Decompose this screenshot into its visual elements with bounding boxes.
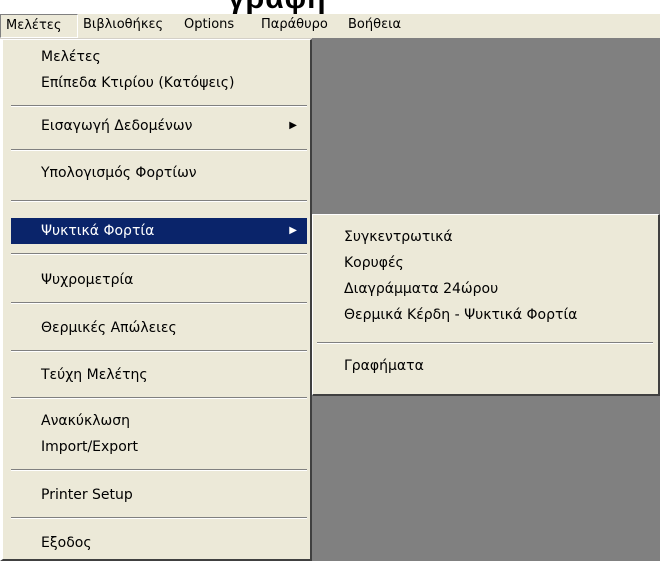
menu-item-load-calculation[interactable]: Υπολογισμός Φορτίων xyxy=(11,160,307,186)
menu-item-recycle[interactable]: Ανακύκλωση xyxy=(11,408,307,434)
submenu-item-heat-gains-cooling-loads[interactable]: Θερμικά Κέρδη - Ψυκτικά Φορτία xyxy=(317,302,653,328)
menu-separator xyxy=(11,105,307,107)
menu-separator xyxy=(11,469,307,471)
menu-item-printer-setup[interactable]: Printer Setup xyxy=(11,482,307,508)
menu-separator xyxy=(11,397,307,399)
menu-separator xyxy=(11,517,307,519)
menubar-item-libraries[interactable]: Βιβλιοθήκες xyxy=(78,14,178,38)
menu-item-exit[interactable]: Εξοδος xyxy=(11,530,307,556)
menu-item-building-levels[interactable]: Επίπεδα Κτιρίου (Κατόψεις) xyxy=(11,70,307,96)
menu-bar: Μελέτες Βιβλιοθήκες Options Παράθυρο Βοή… xyxy=(0,14,660,39)
menu-separator xyxy=(11,350,307,352)
submenu-item-24h-diagrams[interactable]: Διαγράμματα 24ώρου xyxy=(317,276,653,302)
menu-item-cooling-loads[interactable]: Ψυκτικά Φορτία ▶ xyxy=(11,218,307,244)
menu-item-import-export[interactable]: Import/Export xyxy=(11,434,307,460)
submenu-arrow-icon: ▶ xyxy=(289,225,297,236)
submenu-item-summary[interactable]: Συγκεντρωτικά xyxy=(317,224,653,250)
submenu-arrow-icon: ▶ xyxy=(289,120,297,131)
menu-item-psychrometrics[interactable]: Ψυχρομετρία xyxy=(11,267,307,293)
menu-item-label: Εισαγωγή Δεδομένων xyxy=(41,118,193,134)
projects-dropdown-menu: Μελέτες Επίπεδα Κτιρίου (Κατόψεις) Εισαγ… xyxy=(0,39,312,561)
menu-item-project-documents[interactable]: Τεύχη Μελέτης xyxy=(11,362,307,388)
menubar-item-options[interactable]: Options xyxy=(179,14,255,38)
menu-separator xyxy=(11,149,307,151)
menu-separator xyxy=(11,253,307,255)
menu-item-projects[interactable]: Μελέτες xyxy=(11,44,307,70)
menu-item-heat-losses[interactable]: Θερμικές Απώλειες xyxy=(11,315,307,341)
menubar-item-projects[interactable]: Μελέτες xyxy=(0,14,78,38)
submenu-item-graphs[interactable]: Γραφήματα xyxy=(317,353,653,379)
menu-separator xyxy=(11,200,307,202)
menu-item-label: Ψυκτικά Φορτία xyxy=(41,223,155,239)
cooling-loads-submenu: Συγκεντρωτικά Κορυφές Διαγράμματα 24ώρου… xyxy=(312,214,660,396)
menubar-item-help[interactable]: Βοήθεια xyxy=(343,14,423,38)
submenu-item-peaks[interactable]: Κορυφές xyxy=(317,250,653,276)
menu-separator xyxy=(317,342,653,344)
title-strip: γραφη xyxy=(0,0,660,14)
menu-item-data-entry[interactable]: Εισαγωγή Δεδομένων ▶ xyxy=(11,113,307,139)
menubar-item-window[interactable]: Παράθυρο xyxy=(256,14,342,38)
menu-separator xyxy=(11,302,307,304)
title-fragment: γραφη xyxy=(228,0,326,14)
